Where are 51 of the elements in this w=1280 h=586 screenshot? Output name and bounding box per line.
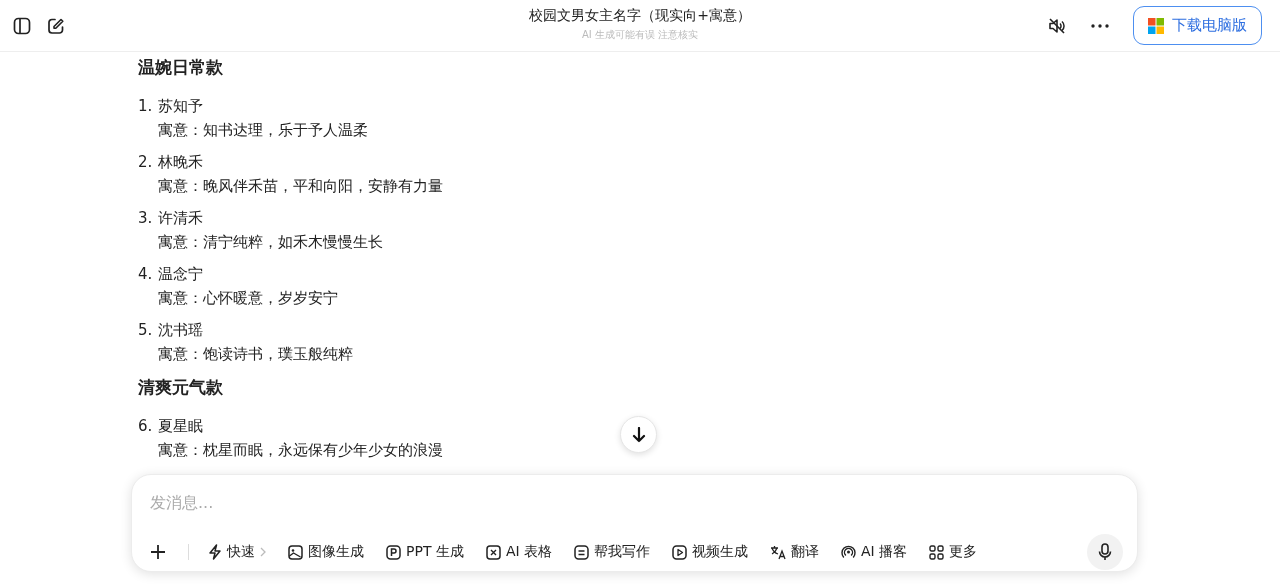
- list-number: 4.: [138, 264, 154, 285]
- windows-logo-icon: [1148, 17, 1164, 34]
- meaning-text: 寓意：饱读诗书，璞玉般纯粹: [157, 344, 354, 365]
- lightning-icon: [208, 544, 222, 560]
- list-number: 1.: [138, 96, 154, 117]
- plus-icon[interactable]: [150, 544, 166, 560]
- tool-button[interactable]: PPT 生成: [381, 539, 469, 565]
- meaning-text: 寓意：知书达理，乐于予人温柔: [157, 120, 369, 141]
- list-number: 6.: [138, 416, 154, 437]
- name-text: 温念宁: [158, 265, 203, 283]
- download-desktop-button[interactable]: 下载电脑版: [1133, 6, 1262, 45]
- document-icon: [574, 544, 590, 560]
- meaning-text: 寓意：心怀暖意，岁岁安宁: [157, 288, 339, 309]
- translate-icon: [770, 544, 787, 560]
- microphone-button[interactable]: [1087, 534, 1123, 570]
- grid-icon: [929, 544, 945, 560]
- name-text: 苏知予: [158, 97, 203, 115]
- chevron-right-icon: [260, 547, 266, 557]
- table-x-icon: [485, 544, 501, 560]
- name-text: 沈书瑶: [158, 321, 203, 339]
- list-number: 2.: [138, 152, 154, 173]
- tool-button[interactable]: 图像生成: [283, 539, 369, 565]
- meaning-text: 寓意：枕星而眠，永远保有少年少女的浪漫: [157, 440, 444, 461]
- speaker-muted-icon[interactable]: [1047, 15, 1067, 36]
- chat-title: 校园文男女主名字（现实向+寓意）: [529, 7, 751, 25]
- name-text: 林晚禾: [158, 153, 203, 171]
- tool-button[interactable]: 翻译: [765, 539, 825, 565]
- tool-button[interactable]: 更多: [924, 539, 983, 565]
- section-heading: 温婉日常款: [138, 56, 224, 78]
- list-number: 5.: [138, 320, 154, 341]
- edit-icon[interactable]: [47, 16, 65, 35]
- microphone-icon: [1098, 543, 1112, 561]
- p-letter-icon: [386, 544, 401, 560]
- name-text: 夏星眠: [158, 417, 203, 435]
- tool-button[interactable]: 帮我写作: [569, 539, 656, 565]
- name-text: 许清禾: [158, 209, 203, 227]
- sidebar-toggle-icon[interactable]: [13, 16, 31, 35]
- play-icon: [672, 544, 688, 560]
- meaning-text: 寓意：晚风伴禾苗，平和向阳，安静有力量: [157, 176, 444, 197]
- section-heading: 清爽元气款: [138, 376, 224, 398]
- meaning-text: 寓意：清宁纯粹，如禾木慢慢生长: [157, 232, 384, 253]
- list-number: 3.: [138, 208, 154, 229]
- more-options-icon[interactable]: [1091, 23, 1109, 28]
- tool-button[interactable]: 视频生成: [667, 539, 754, 565]
- tool-button[interactable]: 快速: [203, 539, 271, 565]
- broadcast-icon: [841, 544, 857, 560]
- tool-button[interactable]: AI 播客: [836, 539, 913, 565]
- tool-button[interactable]: AI 表格: [480, 539, 558, 565]
- scroll-down-button[interactable]: [620, 416, 657, 453]
- down-arrow-icon: [631, 426, 646, 443]
- image-icon: [288, 544, 303, 560]
